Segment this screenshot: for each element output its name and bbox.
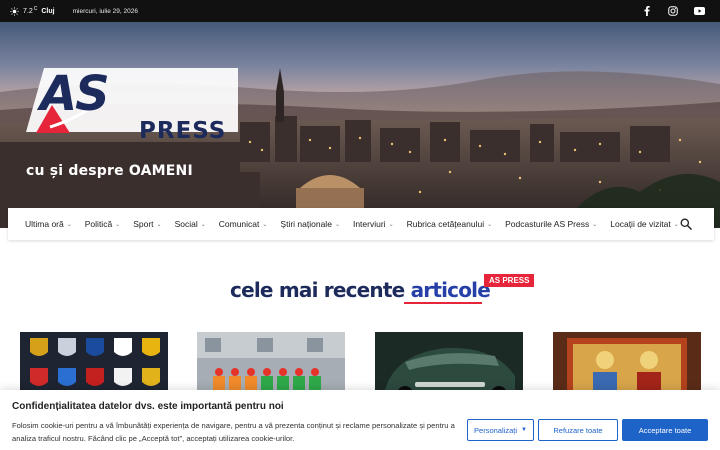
chevron-down-icon: ⌄: [487, 221, 493, 228]
section-heading: cele mai recente articole AS PRESS: [0, 274, 720, 304]
chevron-down-icon: ▼: [521, 427, 527, 433]
social-links: [640, 4, 706, 18]
nav-label: Politică: [84, 219, 113, 229]
nav-label: Ultima oră: [25, 219, 64, 229]
nav-item-interviuri[interactable]: Interviuri ⌄: [353, 219, 394, 229]
youtube-icon[interactable]: [692, 4, 706, 18]
title-underline: [404, 302, 482, 304]
brand-badge: AS PRESS: [484, 274, 535, 287]
weather-temperature: 7.2: [23, 7, 33, 15]
nav-label: Podcasturile AS Press: [505, 219, 590, 229]
nav-label: Sport: [133, 219, 154, 229]
reject-all-button[interactable]: Refuzare toate: [538, 419, 618, 441]
cookie-description: Folosim cookie-uri pentru a vă îmbunătăț…: [12, 421, 455, 443]
instagram-icon[interactable]: [666, 4, 680, 18]
section-title-part1: cele mai recente: [230, 278, 411, 302]
chevron-down-icon: ⌄: [592, 221, 598, 228]
hero-banner: AS PRESS cu și despre OAMENI: [0, 22, 720, 228]
facebook-icon[interactable]: [640, 4, 654, 18]
nav-item-politica[interactable]: Politică ⌄: [85, 219, 120, 229]
main-navigation: Ultima oră ⌄ Politică ⌄ Sport ⌄ Social ⌄ Com…: [8, 208, 714, 240]
nav-label: Comunicat: [218, 219, 260, 229]
accept-all-button[interactable]: Acceptare toate: [622, 419, 708, 441]
top-bar: 7.2 C Cluj miercuri, iulie 29, 2026: [0, 0, 720, 22]
chevron-down-icon: ⌄: [200, 221, 206, 228]
nav-item-rubrica-cetateanului[interactable]: Rubrica cetățeanului ⌄: [407, 219, 493, 229]
search-icon[interactable]: [680, 218, 692, 230]
customize-label: Personalizați: [474, 425, 517, 435]
nav-label: Știri naționale: [280, 219, 332, 229]
chevron-down-icon: ⌄: [115, 221, 121, 228]
weather-unit: C: [33, 6, 38, 12]
nav-item-sport[interactable]: Sport ⌄: [133, 219, 161, 229]
chevron-down-icon: ⌄: [334, 221, 340, 228]
chevron-down-icon: ⌄: [262, 221, 268, 228]
nav-item-comunicat[interactable]: Comunicat ⌄: [219, 219, 268, 229]
logo-as-text[interactable]: AS: [40, 70, 110, 118]
nav-item-stiri-nationale[interactable]: Știri naționale ⌄: [280, 219, 340, 229]
customize-button[interactable]: Personalizați ▼: [467, 419, 534, 441]
weather-widget: 7.2 C Cluj: [10, 6, 55, 16]
chevron-down-icon: ⌄: [388, 221, 394, 228]
nav-label: Locații de vizitat: [610, 219, 671, 229]
weather-city: Cluj: [41, 7, 55, 15]
nav-label: Social: [174, 219, 198, 229]
nav-label: Interviuri: [352, 219, 386, 229]
nav-item-ultima-ora[interactable]: Ultima oră ⌄: [25, 219, 72, 229]
logo-press-text[interactable]: PRESS: [139, 120, 226, 143]
nav-item-social[interactable]: Social ⌄: [175, 219, 206, 229]
page: 7.2 C Cluj miercuri, iulie 29, 2026 AS P…: [0, 0, 720, 450]
chevron-down-icon: ⌄: [156, 221, 162, 228]
section-title-part2: articole: [410, 278, 491, 302]
cookie-title: Confidențialitatea datelor dvs. este imp…: [12, 401, 284, 412]
site-tagline: cu și despre OAMENI: [26, 163, 193, 179]
sun-icon: [10, 6, 19, 16]
nav-label: Rubrica cetățeanului: [406, 219, 485, 229]
nav-item-podcasturile[interactable]: Podcasturile AS Press ⌄: [505, 219, 597, 229]
chevron-down-icon: ⌄: [66, 221, 72, 228]
chevron-down-icon: ⌄: [673, 221, 679, 228]
nav-item-locatii-de-vizitat[interactable]: Locații de vizitat ⌄: [610, 219, 679, 229]
current-date: miercuri, iulie 29, 2026: [72, 7, 138, 15]
cookie-consent-banner: Confidențialitatea datelor dvs. este imp…: [0, 390, 720, 450]
